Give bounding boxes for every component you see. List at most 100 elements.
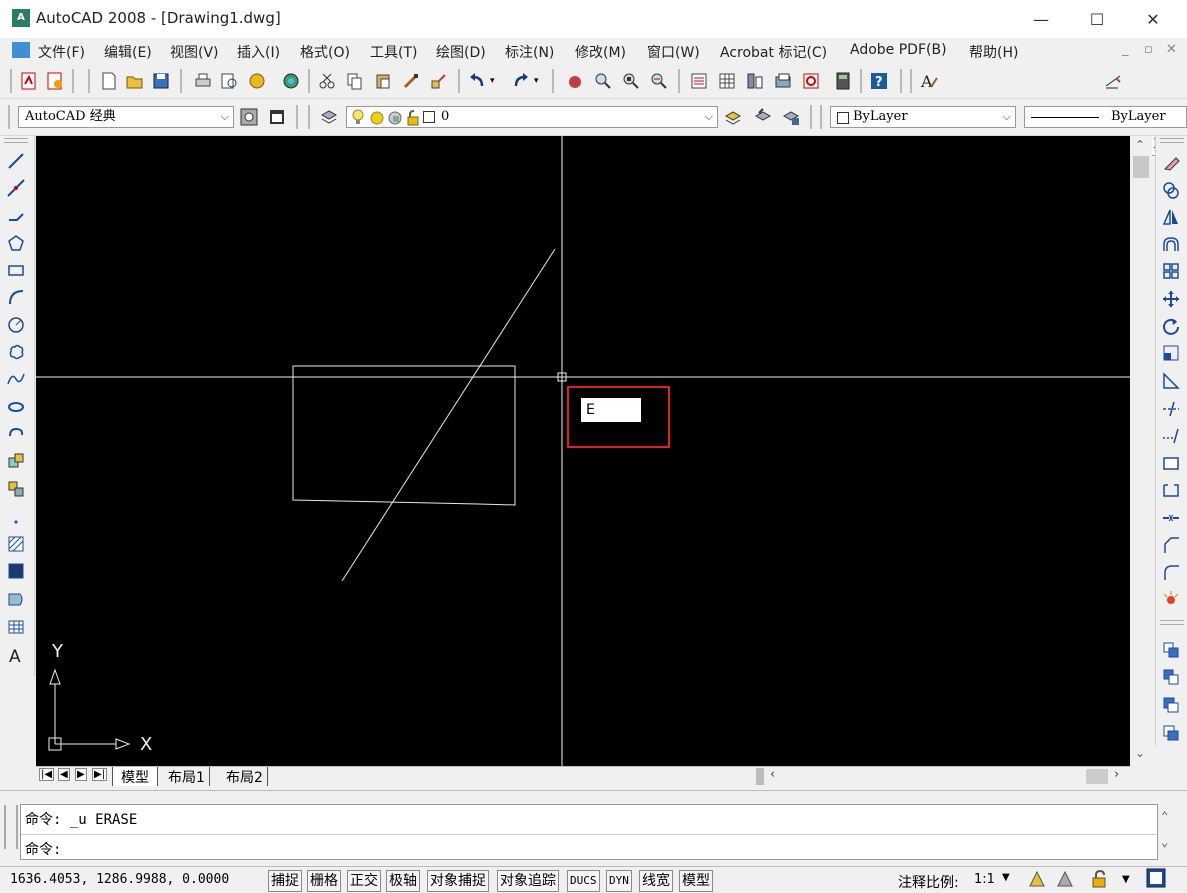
menu-file[interactable]: 文件(F): [38, 42, 85, 62]
polar-toggle[interactable]: 极轴: [386, 870, 420, 892]
menu-modify[interactable]: 修改(M): [575, 42, 626, 62]
menu-tools[interactable]: 工具(T): [370, 42, 417, 62]
annotation-visibility-icon[interactable]: [1028, 870, 1046, 892]
polygon-icon[interactable]: [5, 232, 27, 254]
clean-screen-icon[interactable]: [266, 106, 288, 128]
open-file-icon[interactable]: [124, 70, 146, 92]
line-icon[interactable]: [5, 150, 27, 172]
join-icon[interactable]: [1160, 507, 1182, 529]
spline-icon[interactable]: [5, 368, 27, 390]
plot-preview-icon[interactable]: [218, 70, 240, 92]
properties-icon[interactable]: [688, 70, 710, 92]
doc-minimize-button[interactable]: _: [1122, 42, 1129, 57]
design-center-icon[interactable]: [716, 70, 738, 92]
send-under-icon[interactable]: [1160, 722, 1182, 744]
grid-toggle[interactable]: 栅格: [307, 870, 341, 892]
status-menu-icon[interactable]: ▼: [1122, 874, 1130, 885]
move-icon[interactable]: [1160, 288, 1182, 310]
extend-icon[interactable]: [1160, 425, 1182, 447]
command-window-grip[interactable]: [4, 805, 18, 849]
menu-window[interactable]: 窗口(W): [647, 42, 700, 62]
redo-dropdown-icon[interactable]: ▾: [534, 76, 539, 86]
toolbar-grip[interactable]: [8, 105, 10, 129]
erase-icon[interactable]: [1160, 152, 1182, 174]
help-icon[interactable]: ?: [868, 70, 890, 92]
redo-icon[interactable]: [510, 70, 532, 92]
toolbar-grip[interactable]: [88, 69, 90, 93]
clean-screen-toggle-icon[interactable]: [1146, 868, 1166, 892]
chamfer-icon[interactable]: [1160, 534, 1182, 556]
drawing-area[interactable]: Y X E: [36, 136, 1130, 766]
scroll-thumb[interactable]: [1133, 156, 1149, 178]
save-icon[interactable]: [150, 70, 172, 92]
menu-help[interactable]: 帮助(H): [969, 42, 1018, 62]
toolbar-grip[interactable]: [820, 105, 822, 129]
circle-icon[interactable]: [5, 314, 27, 336]
doc-close-button[interactable]: ✕: [1166, 42, 1177, 57]
command-prompt[interactable]: 命令:: [25, 839, 61, 859]
next-tab-button[interactable]: ▶: [75, 768, 87, 781]
dynamic-input-field[interactable]: E: [581, 398, 641, 422]
make-block-icon[interactable]: [5, 478, 27, 500]
pan-realtime-icon[interactable]: [564, 70, 586, 92]
point-icon[interactable]: [5, 506, 27, 528]
offset-icon[interactable]: [1160, 233, 1182, 255]
minimize-button[interactable]: —: [1018, 6, 1064, 34]
toolbar-grip[interactable]: [1160, 138, 1184, 143]
block-editor-icon[interactable]: [428, 70, 450, 92]
gradient-icon[interactable]: [5, 560, 27, 582]
layer-select[interactable]: 0 ⌵: [346, 106, 718, 128]
multiline-text-icon[interactable]: A: [5, 644, 27, 666]
tool-palettes-icon[interactable]: [744, 70, 766, 92]
scroll-up-icon[interactable]: ⌃: [1135, 138, 1145, 152]
mirror-icon[interactable]: [1160, 206, 1182, 228]
menu-view[interactable]: 视图(V): [170, 42, 219, 62]
polyline-icon[interactable]: [5, 204, 27, 226]
last-tab-button[interactable]: ▶|: [92, 768, 108, 781]
text-style-icon[interactable]: A: [918, 70, 940, 92]
cut-icon[interactable]: [316, 70, 338, 92]
tab-layout2[interactable]: 布局2: [222, 767, 268, 786]
markup-set-icon[interactable]: [800, 70, 822, 92]
command-history[interactable]: 命令: _u ERASE 命令: ⌃ ⌄: [20, 804, 1168, 860]
rectangle-icon[interactable]: [5, 259, 27, 281]
scroll-left-icon[interactable]: ‹: [770, 767, 775, 782]
tab-model[interactable]: 模型: [112, 767, 158, 786]
layer-previous-icon[interactable]: [752, 106, 774, 128]
sheet-set-icon[interactable]: [772, 70, 794, 92]
stretch-icon[interactable]: [1160, 370, 1182, 392]
layer-states-icon[interactable]: [780, 106, 802, 128]
dimension-style-icon[interactable]: [1102, 70, 1124, 92]
command-scroll-down-icon[interactable]: ⌄: [1161, 835, 1168, 849]
document-icon[interactable]: [12, 42, 30, 58]
dyn-toggle[interactable]: DYN: [606, 870, 632, 892]
linetype-control-select[interactable]: ByLayer: [1024, 106, 1187, 128]
arc-icon[interactable]: [5, 286, 27, 308]
send-to-back-icon[interactable]: [1160, 666, 1182, 688]
plot-icon[interactable]: [192, 70, 214, 92]
insert-block-icon[interactable]: [5, 450, 27, 472]
copy-icon[interactable]: [344, 70, 366, 92]
pdf-icon[interactable]: [18, 70, 40, 92]
otrack-toggle[interactable]: 对象追踪: [497, 870, 559, 892]
zoom-previous-icon[interactable]: [648, 70, 670, 92]
coordinate-display[interactable]: 1636.4053, 1286.9988, 0.0000: [10, 872, 229, 887]
menu-edit[interactable]: 编辑(E): [104, 42, 152, 62]
menu-dimension[interactable]: 标注(N): [505, 42, 554, 62]
bring-above-icon[interactable]: [1160, 694, 1182, 716]
ellipse-arc-icon[interactable]: [5, 423, 27, 445]
tab-splitter[interactable]: [756, 768, 764, 785]
revision-cloud-icon[interactable]: [5, 341, 27, 363]
construction-line-icon[interactable]: [5, 177, 27, 199]
command-scroll-up-icon[interactable]: ⌃: [1161, 809, 1168, 823]
autocad-app-icon[interactable]: A: [12, 9, 30, 27]
bring-to-front-icon[interactable]: [1160, 639, 1182, 661]
maximize-button[interactable]: ☐: [1074, 6, 1120, 34]
toolbar-grip[interactable]: [1160, 620, 1184, 625]
vertical-scrollbar[interactable]: ⌃ ⌄: [1130, 136, 1152, 766]
ortho-toggle[interactable]: 正交: [347, 870, 381, 892]
copy-object-icon[interactable]: [1160, 179, 1182, 201]
trim-icon[interactable]: [1160, 398, 1182, 420]
ellipse-icon[interactable]: [5, 396, 27, 418]
close-button[interactable]: ✕: [1130, 6, 1176, 34]
